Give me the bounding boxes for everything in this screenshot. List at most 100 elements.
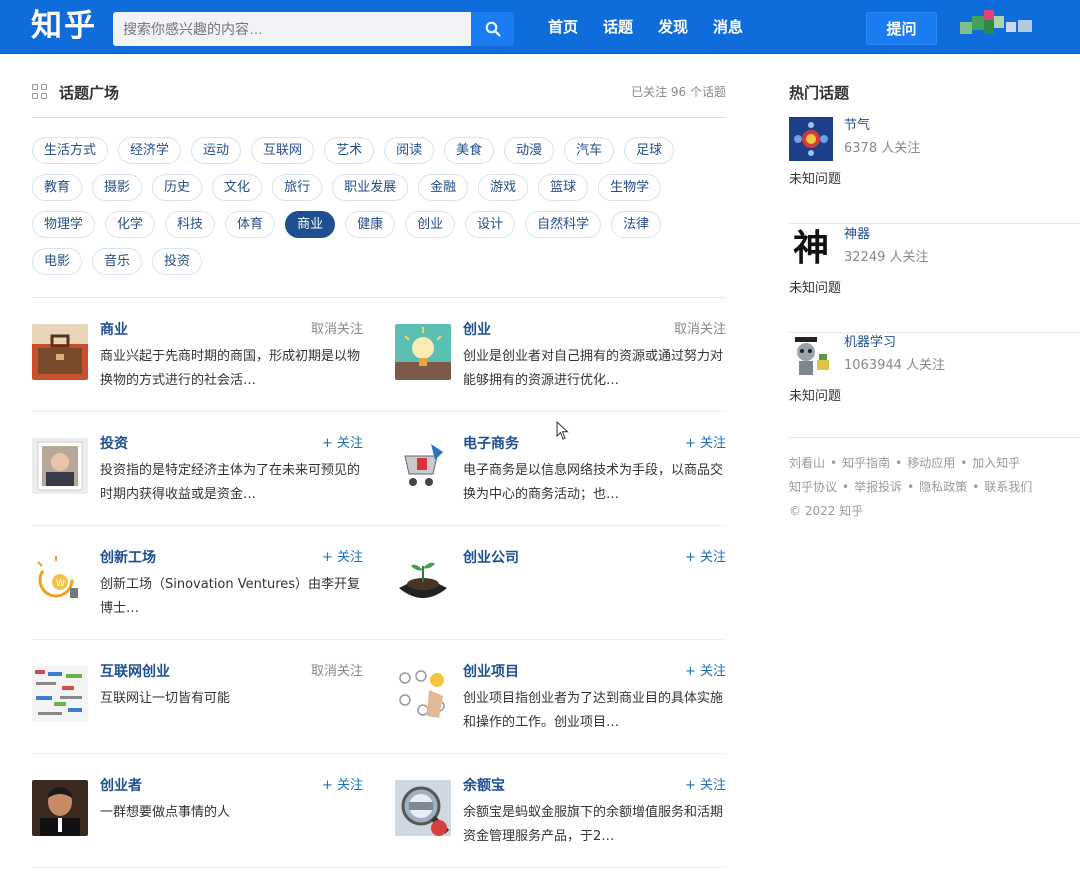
topic-tag[interactable]: 教育 bbox=[32, 174, 83, 201]
topic-tag[interactable]: 美食 bbox=[444, 137, 495, 164]
topic-tag[interactable]: 物理学 bbox=[32, 211, 96, 238]
hot-topic-item[interactable]: 节气 6378 人关注 未知问题 bbox=[789, 117, 1080, 224]
follow-button[interactable]: + 关注 bbox=[322, 776, 363, 796]
copyright: © 2022 知乎 bbox=[789, 504, 864, 518]
hot-topic-name[interactable]: 神器 bbox=[844, 226, 870, 244]
footer-link[interactable]: 知乎指南 bbox=[842, 456, 890, 470]
topic-name[interactable]: 商业 bbox=[100, 320, 128, 340]
topic-tag[interactable]: 历史 bbox=[152, 174, 203, 201]
topic-name[interactable]: 创业者 bbox=[100, 776, 142, 796]
topic-tag[interactable]: 经济学 bbox=[118, 137, 182, 164]
topic-thumbnail[interactable] bbox=[395, 438, 451, 494]
topic-tag[interactable]: 设计 bbox=[465, 211, 516, 238]
topic-tag[interactable]: 足球 bbox=[624, 137, 675, 164]
topic-tag[interactable]: 汽车 bbox=[564, 137, 615, 164]
topic-thumbnail[interactable] bbox=[395, 324, 451, 380]
unfollow-button[interactable]: 取消关注 bbox=[311, 662, 363, 682]
robot-image[interactable] bbox=[789, 334, 833, 378]
follow-button[interactable]: + 关注 bbox=[685, 776, 726, 796]
topic-card: 电子商务 + 关注 电子商务是以信息网络技术为手段，以商品交换为中心的商务活动；也… bbox=[395, 434, 726, 514]
topic-tag[interactable]: 音乐 bbox=[92, 248, 143, 275]
topic-thumbnail[interactable] bbox=[395, 780, 451, 836]
topic-tag[interactable]: 运动 bbox=[191, 137, 242, 164]
topic-tag[interactable]: 健康 bbox=[345, 211, 396, 238]
topic-thumbnail[interactable] bbox=[32, 324, 88, 380]
search-input[interactable] bbox=[113, 12, 471, 46]
topic-tag[interactable]: 生物学 bbox=[598, 174, 662, 201]
topic-tag[interactable]: 商业 bbox=[285, 211, 336, 238]
follow-button[interactable]: + 关注 bbox=[322, 434, 363, 454]
topic-tag[interactable]: 法律 bbox=[611, 211, 662, 238]
hot-topic-followers: 6378 人关注 bbox=[844, 141, 921, 156]
hot-topic-question[interactable]: 未知问题 bbox=[789, 171, 841, 189]
hot-topic-name[interactable]: 机器学习 bbox=[844, 334, 896, 352]
topic-name[interactable]: 电子商务 bbox=[463, 434, 519, 454]
topic-name[interactable]: 创新工场 bbox=[100, 548, 156, 568]
solar-term-image[interactable] bbox=[789, 117, 833, 161]
topic-name[interactable]: 互联网创业 bbox=[100, 662, 170, 682]
topic-tag[interactable]: 阅读 bbox=[384, 137, 435, 164]
topic-thumbnail[interactable] bbox=[395, 552, 451, 608]
footer-link[interactable]: 刘看山 bbox=[789, 456, 825, 470]
topic-name[interactable]: 创业公司 bbox=[463, 548, 519, 568]
footer-link[interactable]: 移动应用 bbox=[907, 456, 955, 470]
hot-topic-item[interactable]: 机器学习 1063944 人关注 未知问题 bbox=[789, 334, 1080, 438]
footer-link[interactable]: 隐私政策 bbox=[919, 480, 967, 494]
topic-tag[interactable]: 自然科学 bbox=[525, 211, 602, 238]
hot-topic-followers: 32249 人关注 bbox=[844, 250, 929, 265]
topic-name[interactable]: 创业项目 bbox=[463, 662, 519, 682]
hot-topic-question[interactable]: 未知问题 bbox=[789, 280, 841, 298]
topic-tag[interactable]: 创业 bbox=[405, 211, 456, 238]
topic-tag[interactable]: 艺术 bbox=[324, 137, 375, 164]
unfollow-button[interactable]: 取消关注 bbox=[311, 320, 363, 340]
topic-tag[interactable]: 科技 bbox=[165, 211, 216, 238]
topic-tag[interactable]: 体育 bbox=[225, 211, 276, 238]
topic-thumbnail[interactable] bbox=[32, 438, 88, 494]
followed-count[interactable]: 已关注 96 个话题 bbox=[631, 82, 726, 102]
ask-button[interactable]: 提问 bbox=[866, 12, 937, 45]
topic-tag[interactable]: 文化 bbox=[212, 174, 263, 201]
follow-button[interactable]: + 关注 bbox=[685, 662, 726, 682]
topic-name[interactable]: 创业 bbox=[463, 320, 491, 340]
topic-tag[interactable]: 生活方式 bbox=[32, 137, 109, 164]
nav-home[interactable]: 首页 bbox=[548, 16, 578, 38]
hot-topic-item[interactable]: 神 神器 32249 人关注 未知问题 bbox=[789, 226, 1080, 333]
topic-tag[interactable]: 动漫 bbox=[504, 137, 555, 164]
follow-button[interactable]: + 关注 bbox=[685, 548, 726, 568]
zhihu-logo[interactable]: 知乎 bbox=[31, 6, 97, 46]
user-avatar[interactable] bbox=[958, 10, 1038, 42]
topic-tag[interactable]: 金融 bbox=[418, 174, 469, 201]
topic-tag[interactable]: 篮球 bbox=[538, 174, 589, 201]
nav-messages[interactable]: 消息 bbox=[713, 16, 743, 38]
topic-tag[interactable]: 化学 bbox=[105, 211, 156, 238]
topic-thumbnail[interactable] bbox=[32, 780, 88, 836]
artifact-image[interactable]: 神 bbox=[789, 226, 833, 270]
nav-topics[interactable]: 话题 bbox=[603, 16, 633, 38]
hot-topic-question[interactable]: 未知问题 bbox=[789, 388, 841, 406]
hot-topic-name[interactable]: 节气 bbox=[844, 117, 870, 135]
topic-tag[interactable]: 游戏 bbox=[478, 174, 529, 201]
follow-button[interactable]: + 关注 bbox=[685, 434, 726, 454]
topic-thumbnail[interactable]: W bbox=[32, 552, 88, 608]
footer-link[interactable]: 联系我们 bbox=[984, 480, 1032, 494]
topic-tag[interactable]: 投资 bbox=[152, 248, 203, 275]
topic-tag[interactable]: 摄影 bbox=[92, 174, 143, 201]
footer-link[interactable]: 加入知乎 bbox=[972, 456, 1020, 470]
topic-tag[interactable]: 互联网 bbox=[251, 137, 315, 164]
footer-link[interactable]: 举报投诉 bbox=[854, 480, 902, 494]
main-nav: 首页 话题 发现 消息 bbox=[548, 16, 743, 38]
tag-row: 电影 音乐 投资 bbox=[32, 248, 732, 285]
footer-link[interactable]: 知乎协议 bbox=[789, 480, 837, 494]
topic-tag[interactable]: 旅行 bbox=[272, 174, 323, 201]
topic-tag[interactable]: 职业发展 bbox=[332, 174, 409, 201]
follow-button[interactable]: + 关注 bbox=[322, 548, 363, 568]
nav-explore[interactable]: 发现 bbox=[658, 16, 688, 38]
unfollow-button[interactable]: 取消关注 bbox=[674, 320, 726, 340]
topic-tag[interactable]: 电影 bbox=[32, 248, 83, 275]
topic-name[interactable]: 投资 bbox=[100, 434, 128, 454]
topic-thumbnail[interactable] bbox=[395, 666, 451, 722]
topic-name[interactable]: 余额宝 bbox=[463, 776, 505, 796]
search-button[interactable] bbox=[471, 12, 514, 46]
topic-card: 投资 + 关注 投资指的是特定经济主体为了在未来可预见的时期内获得收益或是资金… bbox=[32, 434, 363, 514]
topic-thumbnail[interactable] bbox=[32, 666, 88, 722]
